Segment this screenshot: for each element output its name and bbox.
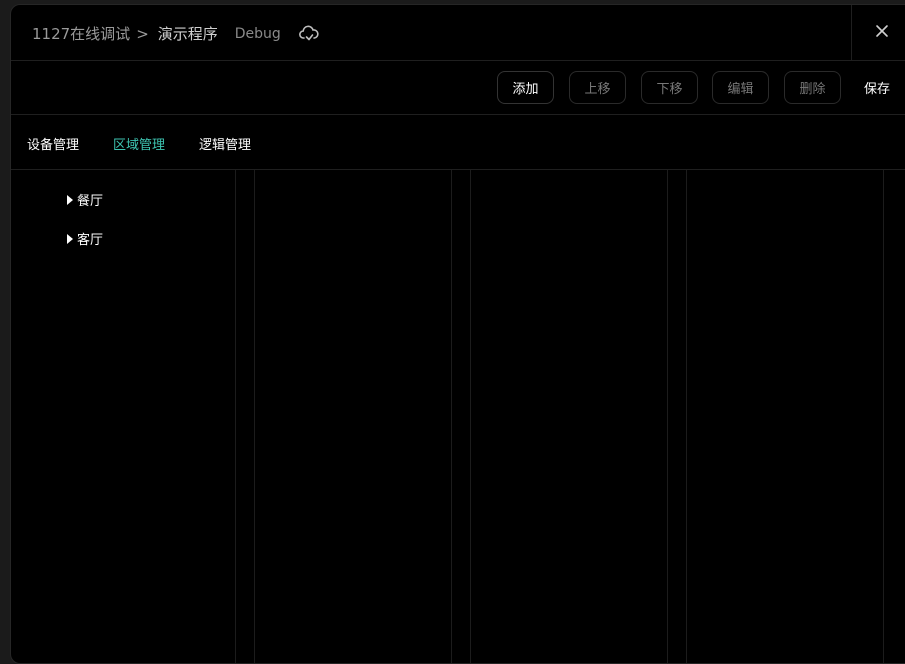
page-title: 演示程序 <box>157 25 218 43</box>
breadcrumb: 1127在线调试 > 演示程序 Debug <box>32 23 319 44</box>
move-up-button[interactable]: 上移 <box>569 71 626 104</box>
cloud-check-icon[interactable] <box>298 25 319 43</box>
column-divider <box>883 170 884 663</box>
column-divider <box>470 170 471 663</box>
title-bar: 1127在线调试 > 演示程序 Debug <box>11 5 905 61</box>
content-area: 餐厅 客厅 <box>11 170 905 663</box>
add-button[interactable]: 添加 <box>497 71 554 104</box>
edit-button[interactable]: 编辑 <box>712 71 769 104</box>
save-button[interactable]: 保存 <box>864 71 890 104</box>
tree-item-label: 客厅 <box>77 233 104 248</box>
move-down-button[interactable]: 下移 <box>641 71 698 104</box>
column-divider <box>254 170 255 663</box>
tab-area-management[interactable]: 区域管理 <box>113 134 165 153</box>
breadcrumb-project[interactable]: 1127在线调试 <box>32 23 130 44</box>
caret-right-icon[interactable] <box>67 233 73 244</box>
editor-window: 1127在线调试 > 演示程序 Debug 添加 上移 下移 编辑 删除 保存 <box>10 4 905 664</box>
column-divider <box>451 170 452 663</box>
delete-button[interactable]: 删除 <box>784 71 841 104</box>
caret-right-icon[interactable] <box>67 194 73 205</box>
close-button[interactable] <box>851 5 905 60</box>
column-divider <box>235 170 236 663</box>
breadcrumb-separator: > <box>136 24 149 43</box>
tab-logic-management[interactable]: 逻辑管理 <box>199 134 251 153</box>
tree-item-label: 餐厅 <box>77 194 104 209</box>
column-divider <box>667 170 668 663</box>
tree-item-dining-room[interactable]: 餐厅 <box>67 190 103 209</box>
column-divider <box>686 170 687 663</box>
tree-item-living-room[interactable]: 客厅 <box>67 229 103 248</box>
mode-label: Debug <box>234 25 281 42</box>
tab-device-management[interactable]: 设备管理 <box>27 134 79 153</box>
toolbar: 添加 上移 下移 编辑 删除 保存 <box>11 60 905 115</box>
tab-bar: 设备管理 区域管理 逻辑管理 <box>11 115 905 170</box>
close-icon <box>875 23 889 42</box>
